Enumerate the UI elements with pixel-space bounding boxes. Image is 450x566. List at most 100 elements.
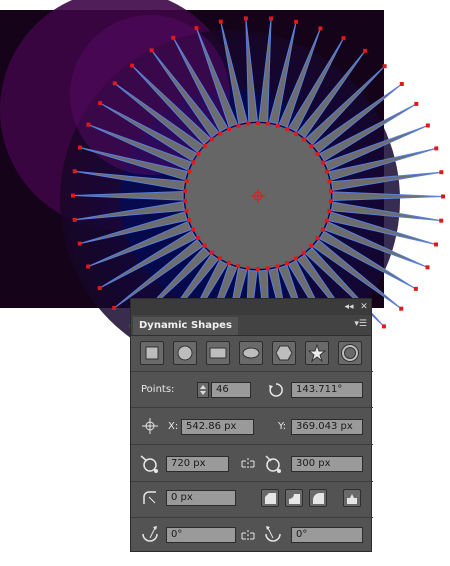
anchor-point: [414, 101, 419, 106]
panel-titlebar[interactable]: ◂◂ ✕: [131, 299, 371, 315]
anchor-point: [184, 178, 189, 183]
points-field[interactable]: 46: [211, 382, 251, 398]
star-icon: [307, 343, 327, 363]
x-label: X:: [168, 421, 179, 432]
ring-shape-button[interactable]: [338, 341, 362, 365]
anchor-point: [275, 264, 280, 269]
anchor-point: [399, 82, 404, 87]
anchor-point: [112, 81, 117, 86]
anchor-point: [196, 151, 201, 156]
anchor-point: [293, 256, 298, 261]
anchor-point: [217, 256, 222, 261]
anchor-point: [320, 227, 325, 232]
anchor-point: [318, 26, 323, 31]
anchor-point: [327, 179, 332, 184]
anchor-point: [86, 264, 91, 269]
anchor-point: [149, 48, 154, 53]
square-shape-button[interactable]: [140, 341, 164, 365]
anchor-point: [266, 121, 271, 126]
x-field[interactable]: 542.86 px: [181, 419, 254, 435]
anchor-point: [328, 199, 333, 204]
anchor-point: [187, 218, 192, 223]
anchor-point: [98, 101, 103, 106]
anchor-point: [183, 198, 188, 203]
end-angle-field[interactable]: 0°: [291, 527, 363, 543]
circle-shape-button[interactable]: [173, 341, 197, 365]
width-field[interactable]: 720 px: [166, 456, 229, 472]
angle-link-icon[interactable]: [239, 528, 257, 547]
anchor-point: [434, 242, 439, 247]
anchor-point: [77, 241, 82, 246]
link-icon[interactable]: [239, 456, 257, 475]
anchor-point: [434, 146, 439, 151]
corner-radius-field[interactable]: 0 px: [166, 490, 236, 506]
anchor-point: [413, 286, 418, 291]
start-angle-field[interactable]: 0°: [166, 527, 236, 543]
anchor-point: [341, 36, 346, 41]
anchor-point: [77, 145, 82, 150]
anchor-point: [209, 250, 214, 255]
anchor-point: [71, 193, 76, 198]
custom-corner-button[interactable]: [343, 489, 361, 507]
round-corner-button[interactable]: [309, 489, 327, 507]
y-label: Y:: [278, 421, 287, 432]
anchor-point: [315, 236, 320, 241]
anchor-point: [112, 305, 117, 310]
width-handle-icon: [139, 453, 161, 478]
height-field[interactable]: 300 px: [291, 456, 363, 472]
divider: [131, 481, 373, 482]
anchor-point: [294, 131, 299, 136]
anchor-point: [184, 208, 189, 213]
close-icon[interactable]: ✕: [358, 301, 370, 313]
divider: [131, 407, 373, 408]
anchor-point: [294, 19, 299, 24]
star-shape-button[interactable]: [305, 341, 329, 365]
y-field[interactable]: 369.043 px: [291, 419, 363, 435]
ellipse-icon: [242, 347, 260, 359]
ring-icon: [341, 344, 359, 362]
anchor-point: [97, 286, 102, 291]
corner-radius-icon: [141, 489, 159, 510]
rounded-rectangle-shape-button[interactable]: [206, 341, 230, 365]
anchor-point: [72, 169, 77, 174]
anchor-point: [236, 123, 241, 128]
inverse-corner-icon: [289, 494, 300, 504]
anchor-point: [218, 19, 223, 24]
anchor-point: [245, 266, 250, 271]
divider: [131, 371, 373, 372]
anchor-point: [202, 243, 207, 248]
rotation-field[interactable]: 143.711°: [291, 382, 363, 398]
anchor-point: [255, 266, 260, 271]
start-angle-icon: [139, 524, 161, 549]
round-corner-icon: [313, 493, 324, 504]
divider: [131, 444, 373, 445]
collapse-icon[interactable]: ◂◂: [343, 301, 355, 313]
divider: [131, 517, 373, 518]
anchor-point: [363, 48, 368, 53]
anchor-point: [218, 131, 223, 136]
inverse-corner-button[interactable]: [285, 489, 303, 507]
anchor-point: [381, 324, 386, 329]
hexagon-shape-button[interactable]: [272, 341, 296, 365]
hexagon-icon: [275, 345, 293, 361]
anchor-point: [256, 121, 261, 126]
ellipse-shape-button[interactable]: [239, 341, 263, 365]
bevel-corner-icon: [265, 493, 276, 504]
anchor-point: [191, 160, 196, 165]
anchor-point: [243, 16, 248, 21]
anchor-point: [183, 188, 188, 193]
anchor-point: [194, 26, 199, 31]
bevel-corner-button[interactable]: [261, 489, 279, 507]
anchor-point: [302, 137, 307, 142]
anchor-point: [265, 266, 270, 271]
anchor-point: [425, 265, 430, 270]
custom-corner-icon: [347, 494, 357, 504]
circle-icon: [177, 345, 193, 361]
anchor-point: [210, 137, 215, 142]
tab-dynamic-shapes[interactable]: Dynamic Shapes: [133, 317, 238, 335]
points-stepper[interactable]: [197, 382, 209, 398]
panel-menu-icon[interactable]: ▾☰: [354, 319, 367, 329]
shape-buttons: [137, 341, 367, 367]
points-label: Points:: [141, 384, 175, 395]
position-crosshair-icon: [141, 417, 159, 438]
